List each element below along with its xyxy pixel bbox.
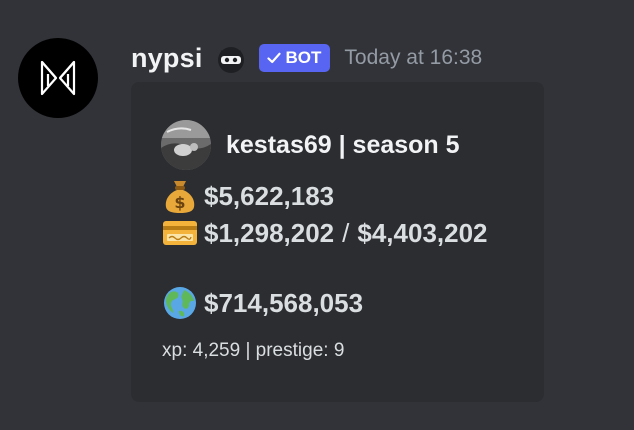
- bank-balance: $1,298,202: [204, 217, 335, 248]
- wallet-row: $ $5,622,183: [161, 177, 334, 215]
- networth-row: $714,568,053: [161, 284, 363, 322]
- bot-badge-label: BOT: [285, 48, 322, 67]
- money-bag-icon: $: [161, 177, 199, 215]
- globe-icon: [161, 284, 199, 322]
- svg-text:$: $: [174, 193, 185, 212]
- credit-card-icon: [161, 214, 199, 252]
- checkmark-icon: [266, 52, 281, 64]
- bot-avatar[interactable]: [18, 38, 98, 118]
- profile-embed: kestas69 | season 5 $ $5,622,183 $1,298,…: [131, 82, 544, 402]
- nypsi-logo-icon: [40, 60, 76, 96]
- chat-message: nypsi BOT Today at 16:38 kestas69 | seas…: [0, 0, 634, 430]
- wallet-value: $5,622,183: [204, 180, 335, 211]
- ninja-role-icon: [213, 40, 249, 76]
- bank-max: $4,403,202: [357, 217, 488, 248]
- user-avatar[interactable]: [161, 120, 211, 170]
- embed-author-name[interactable]: kestas69 | season 5: [226, 131, 460, 160]
- embed-author: kestas69 | season 5: [161, 120, 460, 170]
- message-header: nypsi BOT Today at 16:38: [131, 36, 482, 80]
- message-timestamp[interactable]: Today at 16:38: [344, 46, 482, 70]
- bank-separator: /: [342, 217, 350, 248]
- embed-footer: xp: 4,259 | prestige: 9: [162, 340, 345, 361]
- bot-badge: BOT: [258, 44, 331, 72]
- username[interactable]: nypsi: [131, 43, 203, 74]
- networth-value: $714,568,053: [204, 287, 364, 318]
- bank-row: $1,298,202 / $4,403,202: [161, 214, 488, 252]
